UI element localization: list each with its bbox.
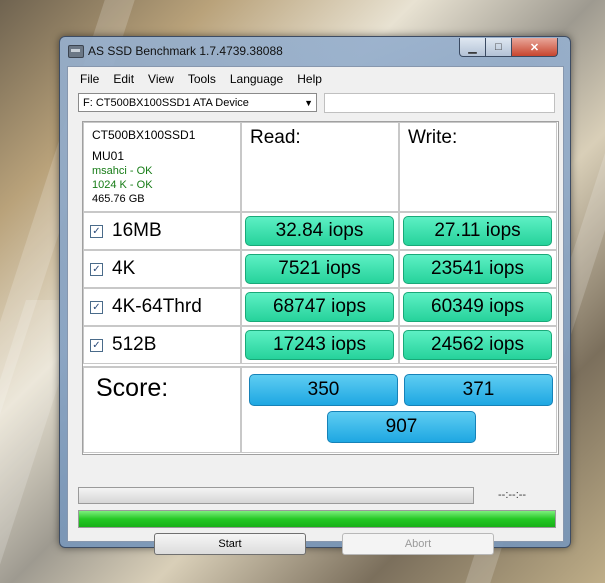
alignment-status: 1024 K - OK: [92, 179, 153, 191]
total-progress-fill: [79, 511, 555, 527]
write-header-cell: Write:: [399, 122, 557, 212]
score-label-cell: Score:: [83, 366, 241, 453]
row-4k64-write-value: 60349 iops: [403, 292, 552, 322]
row-16mb-write-cell: 27.11 iops: [399, 212, 557, 250]
total-progress-bar: [78, 510, 556, 528]
menu-tools[interactable]: Tools: [181, 67, 223, 89]
row-4k64-read-value: 68747 iops: [245, 292, 394, 322]
row-512b-checkbox[interactable]: ✓: [90, 338, 103, 352]
app-window: AS SSD Benchmark 1.7.4739.38088 ▁ □ ✕ Fi…: [59, 36, 571, 555]
app-drive-icon: [68, 45, 84, 58]
row-4k-write-cell: 23541 iops: [399, 250, 557, 288]
score-write-value: 371: [404, 374, 553, 406]
row-512b-label-cell: ✓ 512B: [83, 326, 241, 364]
row-16mb-checkbox[interactable]: ✓: [90, 224, 103, 238]
title-bar[interactable]: AS SSD Benchmark 1.7.4739.38088 ▁ □ ✕: [60, 37, 570, 65]
menu-language[interactable]: Language: [223, 67, 290, 89]
start-button[interactable]: Start: [154, 533, 306, 555]
elapsed-time: --:--:--: [498, 489, 527, 501]
drive-select[interactable]: F: CT500BX100SSD1 ATA Device ▼: [78, 93, 317, 112]
results-grid: CT500BX100SSD1 MU01 msahci - OK 1024 K -…: [82, 121, 559, 455]
client-area: File Edit View Tools Language Help F: CT…: [67, 66, 564, 555]
chevron-down-icon[interactable]: ▼: [304, 94, 313, 113]
row-16mb-write-value: 27.11 iops: [403, 216, 552, 246]
window-title: AS SSD Benchmark 1.7.4739.38088: [88, 44, 283, 58]
row-512b-label: 512B: [112, 334, 157, 355]
menu-help[interactable]: Help: [290, 67, 329, 89]
drive-capacity: 465.76 GB: [92, 193, 145, 205]
drive-firmware: MU01: [92, 149, 125, 163]
test-progress-bar: [78, 487, 474, 504]
score-label: Score:: [96, 374, 169, 402]
row-16mb-label-cell: ✓ 16MB: [83, 212, 241, 250]
score-read-value: 350: [249, 374, 398, 406]
menu-bar: File Edit View Tools Language Help: [68, 67, 563, 89]
close-button[interactable]: ✕: [511, 38, 558, 57]
row-4k64-label-cell: ✓ 4K-64Thrd: [83, 288, 241, 326]
row-4k-label-cell: ✓ 4K: [83, 250, 241, 288]
row-16mb-label: 16MB: [112, 220, 162, 241]
row-4k-write-value: 23541 iops: [403, 254, 552, 284]
driver-status: msahci - OK: [92, 165, 153, 177]
drive-text-field[interactable]: [324, 93, 555, 113]
row-4k64-checkbox[interactable]: ✓: [90, 300, 103, 314]
menu-edit[interactable]: Edit: [106, 67, 141, 89]
menu-view[interactable]: View: [141, 67, 181, 89]
row-4k-label: 4K: [112, 258, 136, 279]
row-4k64-label: 4K-64Thrd: [112, 296, 202, 317]
abort-button[interactable]: Abort: [342, 533, 494, 555]
drive-select-value: F: CT500BX100SSD1 ATA Device: [83, 97, 249, 109]
row-16mb-read-value: 32.84 iops: [245, 216, 394, 246]
row-4k64-read-cell: 68747 iops: [241, 288, 399, 326]
row-512b-read-value: 17243 iops: [245, 330, 394, 360]
row-512b-read-cell: 17243 iops: [241, 326, 399, 364]
drive-model: CT500BX100SSD1: [92, 128, 196, 142]
drive-info-cell: CT500BX100SSD1 MU01 msahci - OK 1024 K -…: [83, 122, 241, 212]
read-header-cell: Read:: [241, 122, 399, 212]
write-header: Write:: [408, 127, 458, 148]
minimize-button[interactable]: ▁: [459, 38, 486, 57]
row-512b-write-cell: 24562 iops: [399, 326, 557, 364]
maximize-button[interactable]: □: [485, 38, 512, 57]
row-4k-read-cell: 7521 iops: [241, 250, 399, 288]
read-header: Read:: [250, 127, 301, 148]
row-4k-checkbox[interactable]: ✓: [90, 262, 103, 276]
menu-file[interactable]: File: [68, 67, 106, 89]
score-values-cell: 350 371 907: [241, 366, 557, 453]
row-512b-write-value: 24562 iops: [403, 330, 552, 360]
row-4k-read-value: 7521 iops: [245, 254, 394, 284]
row-4k64-write-cell: 60349 iops: [399, 288, 557, 326]
row-16mb-read-cell: 32.84 iops: [241, 212, 399, 250]
score-total-value: 907: [327, 411, 476, 443]
